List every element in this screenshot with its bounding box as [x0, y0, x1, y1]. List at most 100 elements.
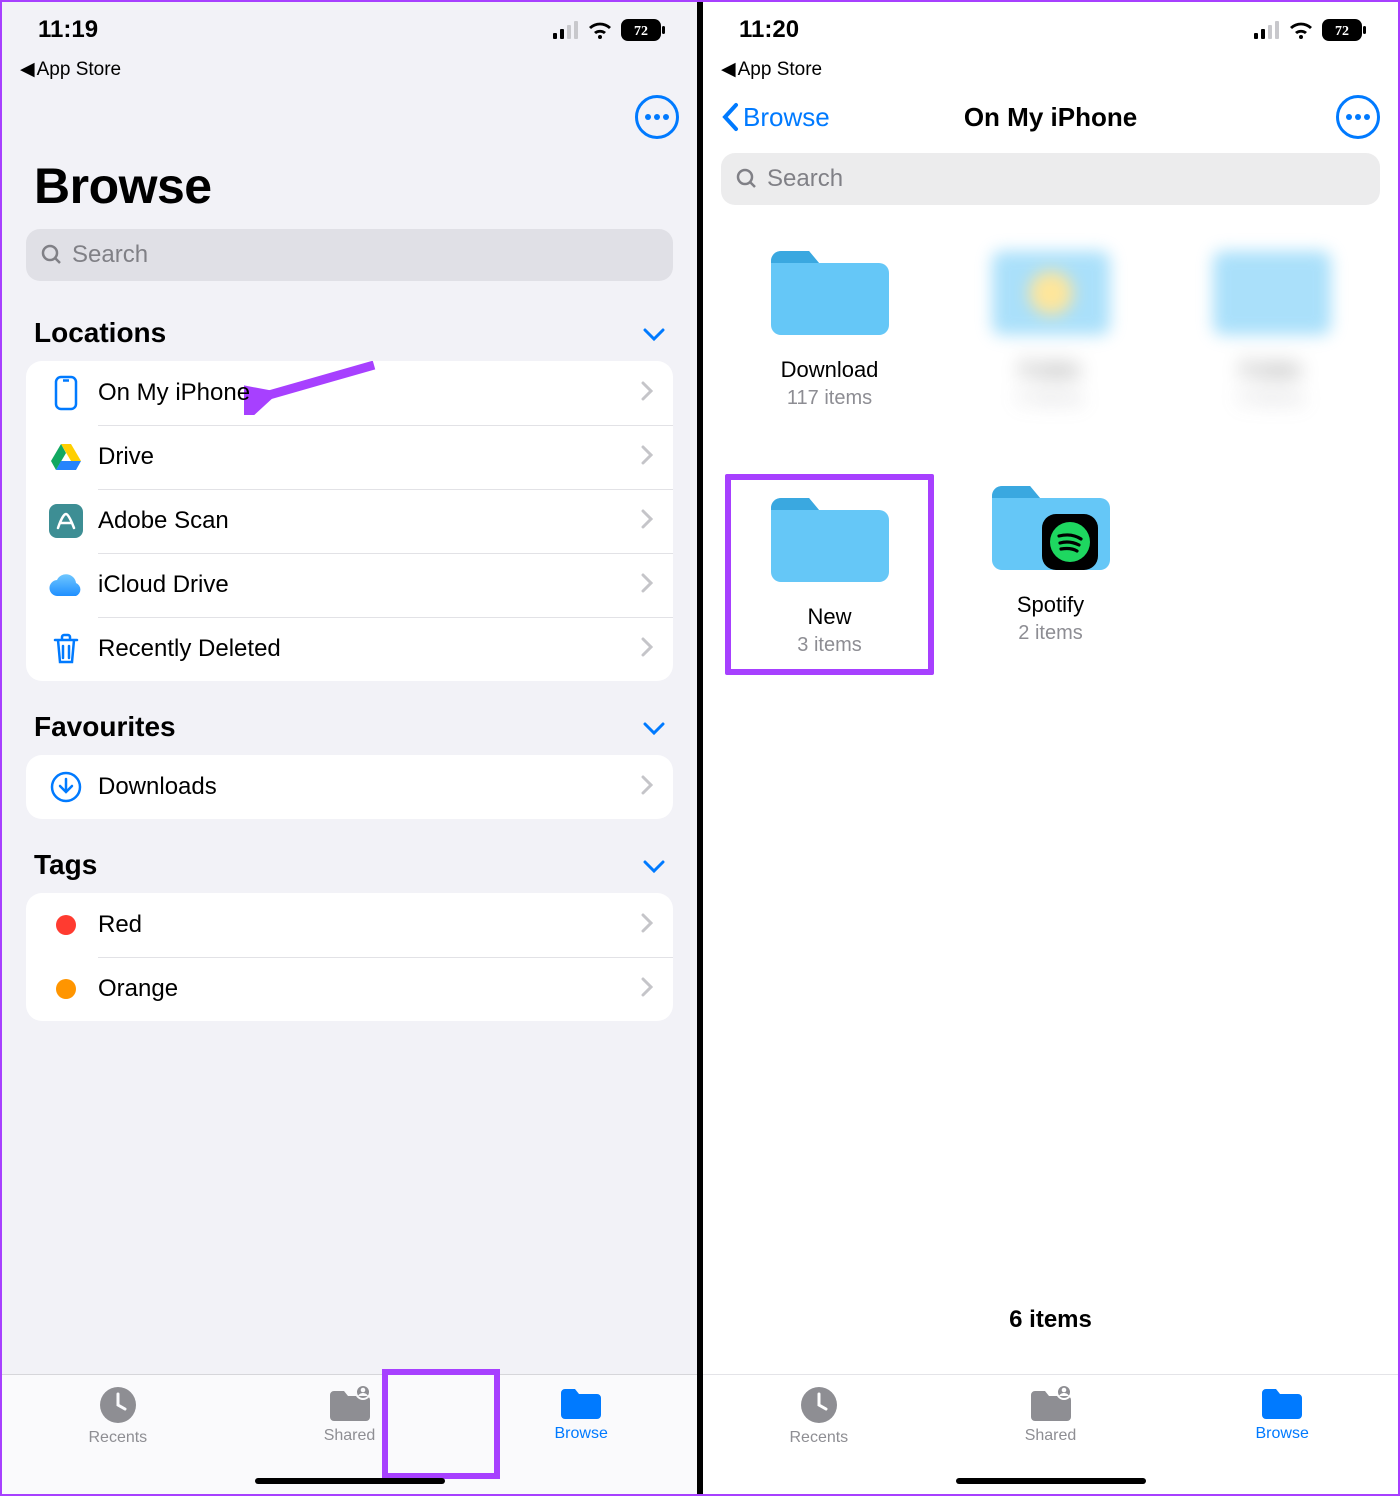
back-label: Browse	[743, 102, 830, 133]
folder-download[interactable]: Download 117 items	[725, 239, 934, 410]
favourite-label: Downloads	[98, 773, 217, 801]
tab-bar: Recents Shared Browse	[2, 1374, 697, 1494]
tab-recents[interactable]: Recents	[703, 1385, 935, 1494]
tab-browse[interactable]: Browse	[1166, 1385, 1398, 1494]
icloud-icon	[46, 573, 86, 597]
trash-icon	[46, 633, 86, 665]
shared-folder-icon	[1029, 1385, 1073, 1423]
tab-browse[interactable]: Browse	[465, 1385, 697, 1494]
tab-label: Shared	[324, 1427, 376, 1445]
grid-empty-cell	[1167, 474, 1376, 675]
folder-count: 0 items	[1239, 387, 1303, 410]
battery-icon: 72	[1322, 19, 1366, 41]
section-title: Locations	[34, 317, 166, 349]
clock-icon	[799, 1385, 839, 1425]
location-label: Drive	[98, 443, 154, 471]
section-title: Tags	[34, 849, 97, 881]
location-on-my-iphone[interactable]: On My iPhone	[26, 361, 673, 425]
nav-row: Browse On My iPhone	[703, 87, 1398, 147]
cellular-icon	[553, 21, 579, 39]
download-icon	[46, 771, 86, 803]
search-input[interactable]: Search	[721, 153, 1380, 205]
folder-icon	[1260, 1385, 1304, 1421]
folder-name: New	[807, 604, 851, 630]
folder-blurred[interactable]: Folder 0 items	[946, 239, 1155, 410]
favourite-downloads[interactable]: Downloads	[26, 755, 673, 819]
tab-recents[interactable]: Recents	[2, 1385, 234, 1494]
back-caret-icon: ◀	[721, 58, 736, 81]
section-header-locations[interactable]: Locations	[2, 299, 697, 361]
back-to-app-label: App Store	[738, 59, 823, 81]
chevron-right-icon	[641, 573, 653, 598]
location-adobe-scan[interactable]: Adobe Scan	[26, 489, 673, 553]
iphone-icon	[46, 375, 86, 411]
status-indicators: 72	[1254, 19, 1366, 41]
more-button[interactable]	[635, 95, 679, 139]
status-bar: 11:19 72	[2, 2, 697, 58]
search-placeholder: Search	[72, 241, 148, 269]
location-label: iCloud Drive	[98, 571, 229, 599]
locations-list: On My iPhone Drive Adobe Scan iCloud Dri…	[26, 361, 673, 681]
back-to-app[interactable]: ◀ App Store	[703, 58, 1398, 87]
folder-count: 2 items	[1018, 622, 1082, 645]
home-indicator[interactable]	[255, 1478, 445, 1484]
folder-count: 0 items	[1018, 387, 1082, 410]
wifi-icon	[1288, 20, 1314, 40]
status-bar: 11:20 72	[703, 2, 1398, 58]
folder-icon	[765, 486, 895, 586]
more-button[interactable]	[1336, 95, 1380, 139]
location-drive[interactable]: Drive	[26, 425, 673, 489]
back-button[interactable]: Browse	[721, 102, 830, 133]
folder-count: 3 items	[797, 634, 861, 657]
svg-text:72: 72	[1335, 24, 1349, 39]
tab-label: Recents	[789, 1429, 848, 1447]
cellular-icon	[1254, 21, 1280, 39]
tab-bar: Recents Shared Browse	[703, 1374, 1398, 1494]
folder-spotify[interactable]: Spotify 2 items	[946, 474, 1155, 675]
adobe-scan-icon	[46, 504, 86, 538]
tag-dot-icon	[46, 979, 86, 999]
home-indicator[interactable]	[956, 1478, 1146, 1484]
location-recently-deleted[interactable]: Recently Deleted	[26, 617, 673, 681]
folder-blurred[interactable]: Folder 0 items	[1167, 239, 1376, 410]
location-label: Recently Deleted	[98, 635, 281, 663]
chevron-right-icon	[641, 509, 653, 534]
chevron-down-icon	[643, 711, 665, 743]
status-time: 11:20	[739, 16, 799, 44]
back-to-app[interactable]: ◀ App Store	[2, 58, 697, 87]
search-icon	[735, 167, 759, 191]
svg-text:72: 72	[634, 24, 648, 39]
search-input[interactable]: Search	[26, 229, 673, 281]
tag-label: Red	[98, 911, 142, 939]
chevron-right-icon	[641, 637, 653, 662]
tag-dot-icon	[46, 915, 86, 935]
chevron-right-icon	[641, 381, 653, 406]
folder-icon	[986, 239, 1116, 339]
folder-icon	[1207, 239, 1337, 339]
shared-folder-icon	[328, 1385, 372, 1423]
folder-new[interactable]: New 3 items	[725, 474, 934, 675]
status-indicators: 72	[553, 19, 665, 41]
section-header-tags[interactable]: Tags	[2, 819, 697, 893]
folder-name: Folder	[1019, 357, 1081, 383]
folder-grid: Download 117 items Folder 0 items Folder…	[703, 229, 1398, 675]
phone-left: 11:19 72 ◀ App Store Browse Search Locat…	[2, 2, 697, 1494]
tag-red[interactable]: Red	[26, 893, 673, 957]
location-label: Adobe Scan	[98, 507, 229, 535]
battery-icon: 72	[621, 19, 665, 41]
phone-right: 11:20 72 ◀ App Store Browse On My iPhone…	[703, 2, 1398, 1494]
section-header-favourites[interactable]: Favourites	[2, 681, 697, 755]
tags-list: Red Orange	[26, 893, 673, 1021]
wifi-icon	[587, 20, 613, 40]
location-icloud-drive[interactable]: iCloud Drive	[26, 553, 673, 617]
tag-label: Orange	[98, 975, 178, 1003]
page-title: Browse	[2, 147, 697, 229]
search-placeholder: Search	[767, 165, 843, 193]
tab-label: Browse	[1256, 1425, 1309, 1443]
chevron-left-icon	[721, 102, 739, 132]
tag-orange[interactable]: Orange	[26, 957, 673, 1021]
chevron-right-icon	[641, 977, 653, 1002]
folder-name: Folder	[1240, 357, 1302, 383]
google-drive-icon	[46, 444, 86, 470]
back-caret-icon: ◀	[20, 58, 35, 81]
